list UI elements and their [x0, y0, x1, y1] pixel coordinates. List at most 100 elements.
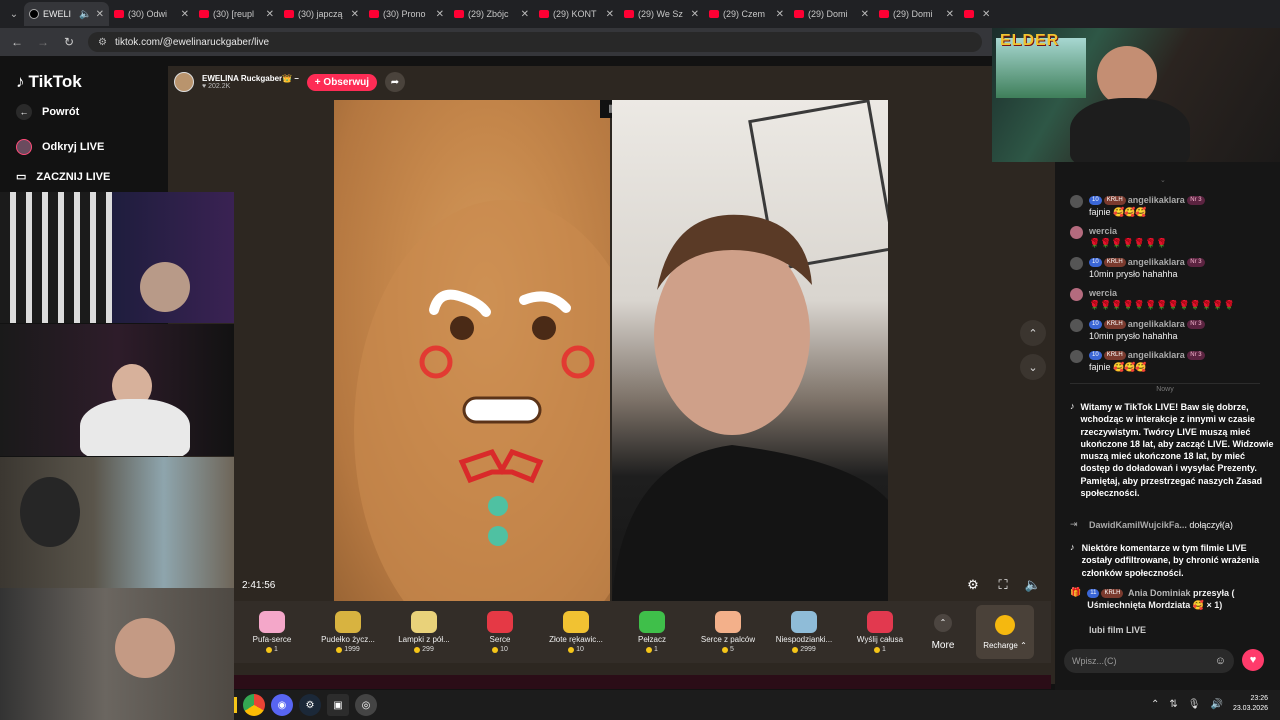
browser-tab[interactable]: (30) japczą ✕ — [279, 2, 364, 26]
chat-input-placeholder: Wpisz...(C) — [1072, 656, 1117, 666]
chat-username[interactable]: angelikaklara — [1128, 319, 1185, 329]
settings-gear-icon[interactable]: ⚙ — [964, 576, 982, 594]
start-live-link[interactable]: ▭ ZACZNIJ LIVE — [16, 170, 110, 184]
browser-tab[interactable]: (29) KONT ✕ — [534, 2, 619, 26]
back-link[interactable]: ← Powrót — [16, 104, 79, 120]
gift-item[interactable]: Wyślij całusa 1 — [842, 611, 918, 653]
gift-item[interactable]: Złote rękawic... 10 — [538, 611, 614, 653]
emoji-icon[interactable]: ☺ — [1215, 655, 1226, 667]
gift-name: Serce — [489, 635, 511, 644]
chat-username[interactable]: wercia — [1089, 288, 1117, 298]
gift-item[interactable]: Lampki z pół... 299 — [386, 611, 462, 653]
close-tab-icon[interactable]: ✕ — [946, 9, 954, 20]
join-icon: ⇥ — [1070, 519, 1078, 529]
host-avatar[interactable] — [174, 72, 194, 92]
like-heart-icon[interactable]: ♥ — [1242, 649, 1264, 671]
gift-price-value: 10 — [576, 646, 584, 653]
microphone-icon[interactable]: 🎙 — [1188, 699, 1201, 710]
next-live-chevron-down-icon[interactable]: ⌄ — [1020, 354, 1046, 380]
gift-icon: 🎁 — [1070, 587, 1082, 597]
close-tab-icon[interactable]: ✕ — [181, 9, 189, 20]
steam-icon[interactable]: ⚙ — [299, 694, 321, 716]
back-arrow-icon[interactable]: ← — [10, 35, 24, 49]
fullscreen-icon[interactable]: ⛶ — [994, 576, 1012, 594]
close-tab-icon[interactable]: ✕ — [436, 9, 444, 20]
obs-icon[interactable]: ◎ — [355, 694, 377, 716]
discord-icon[interactable]: ◉ — [271, 694, 293, 716]
gift-item[interactable]: Serce 10 — [462, 611, 538, 653]
chat-username[interactable]: angelikaklara — [1128, 350, 1185, 360]
tab-list-chevron-icon[interactable]: ⌄ — [4, 4, 24, 24]
site-info-icon[interactable]: ⚙ — [98, 37, 107, 48]
chat-input[interactable]: Wpisz...(C) ☺ — [1064, 649, 1234, 673]
browser-tab[interactable]: (30) Odwi ✕ — [109, 2, 194, 26]
gingerbread-video-feed[interactable] — [334, 100, 610, 602]
forward-arrow-icon[interactable]: → — [36, 35, 50, 49]
chrome-icon[interactable] — [243, 694, 265, 716]
gift-price: 1999 — [336, 646, 360, 653]
close-tab-icon[interactable]: ✕ — [606, 9, 614, 20]
browser-tab[interactable]: (29) Zbójc ✕ — [449, 2, 534, 26]
tray-chevron-up-icon[interactable]: ⌃ — [1151, 699, 1159, 710]
browser-tab[interactable]: (30) [reupl ✕ — [194, 2, 279, 26]
reload-icon[interactable]: ↻ — [62, 35, 76, 49]
close-tab-icon[interactable]: ✕ — [776, 9, 784, 20]
youtube-favicon-icon — [879, 10, 889, 18]
youtube-favicon-icon — [624, 10, 634, 18]
gift-username[interactable]: Ania Dominiak — [1128, 588, 1191, 598]
share-icon[interactable]: ➦ — [384, 72, 405, 92]
user-avatar[interactable] — [1070, 257, 1083, 270]
volume-icon[interactable]: 🔈 — [1024, 576, 1042, 594]
gift-item[interactable]: Niespodzianki... 2999 — [766, 611, 842, 653]
user-avatar[interactable] — [1070, 319, 1083, 332]
taskbar: ◉ ⚙ ▣ ◎ ⌃ ⇅ 🎙 🔊 23:26 23.03.2026 — [234, 690, 1280, 720]
tab-title: (30) [reupl — [213, 9, 255, 19]
tab-title: (29) Czem — [723, 9, 766, 19]
speaker-icon[interactable]: 🔊 — [1211, 699, 1223, 710]
browser-tab[interactable]: (29) Domi ✕ — [789, 2, 874, 26]
chat-username[interactable]: wercia — [1089, 226, 1117, 236]
streamer-video-feed[interactable] — [612, 100, 888, 602]
browser-tab[interactable]: Je✕ — [959, 2, 989, 26]
joined-text: dołączył(a) — [1189, 520, 1233, 530]
user-avatar[interactable] — [1070, 195, 1083, 208]
host-name[interactable]: EWELINA Ruckgaber👑 – — [202, 74, 299, 83]
previous-live-chevron-up-icon[interactable]: ⌃ — [1020, 320, 1046, 346]
clock[interactable]: 23:26 23.03.2026 — [1233, 694, 1268, 714]
url-field[interactable]: ⚙ tiktok.com/@ewelinaruckgaber/live — [88, 32, 982, 52]
recharge-button[interactable]: Recharge ⌃ — [976, 605, 1034, 659]
close-tab-icon[interactable]: ✕ — [691, 9, 699, 20]
close-tab-icon[interactable]: ✕ — [521, 9, 529, 20]
follow-button[interactable]: + Obserwuj — [306, 73, 377, 91]
gift-item[interactable]: Pełzacz 1 — [614, 611, 690, 653]
browser-tab[interactable]: (30) Prono ✕ — [364, 2, 449, 26]
user-avatar[interactable] — [1070, 226, 1083, 239]
close-tab-icon[interactable]: ✕ — [351, 9, 359, 20]
user-avatar[interactable] — [1070, 288, 1083, 301]
close-tab-icon[interactable]: ✕ — [982, 9, 989, 20]
app-window-icon[interactable]: ▣ — [327, 694, 349, 716]
gift-price-value: 10 — [500, 646, 508, 653]
gift-item[interactable]: Pudełko życz... 1999 — [310, 611, 386, 653]
browser-tab[interactable]: (29) Domi ✕ — [874, 2, 959, 26]
user-avatar[interactable] — [1070, 350, 1083, 363]
joined-username[interactable]: DawidKamilWujcikFa... — [1089, 520, 1187, 530]
main-webcam-overlay: ELDER — [992, 28, 1280, 162]
chat-username[interactable]: angelikaklara — [1128, 195, 1185, 205]
browser-tab[interactable]: EWELI 🔈 ✕ — [24, 2, 109, 26]
close-tab-icon[interactable]: ✕ — [96, 9, 104, 20]
gift-item[interactable]: Pufa-serce 1 — [234, 611, 310, 653]
mute-icon[interactable]: 🔈 — [79, 9, 91, 20]
browser-tab[interactable]: (29) We Sz ✕ — [619, 2, 704, 26]
close-tab-icon[interactable]: ✕ — [861, 9, 869, 20]
browser-tab[interactable]: (29) Czem ✕ — [704, 2, 789, 26]
chat-message: 10 KRLH angelikaklara Nr 3 10min prysło hah… — [1070, 256, 1275, 280]
tray-network-icon[interactable]: ⇅ — [1169, 699, 1177, 710]
partial-message: lubi film LIVE — [1070, 624, 1275, 636]
gift-item[interactable]: Serce z palców 5 — [690, 611, 766, 653]
chat-username[interactable]: angelikaklara — [1128, 257, 1185, 267]
close-tab-icon[interactable]: ✕ — [266, 9, 274, 20]
discover-live-link[interactable]: Odkryj LIVE — [16, 139, 104, 155]
more-gifts-button[interactable]: ⌃ More — [918, 613, 968, 651]
tiktok-logo[interactable]: ♪ TikTok — [16, 72, 82, 92]
